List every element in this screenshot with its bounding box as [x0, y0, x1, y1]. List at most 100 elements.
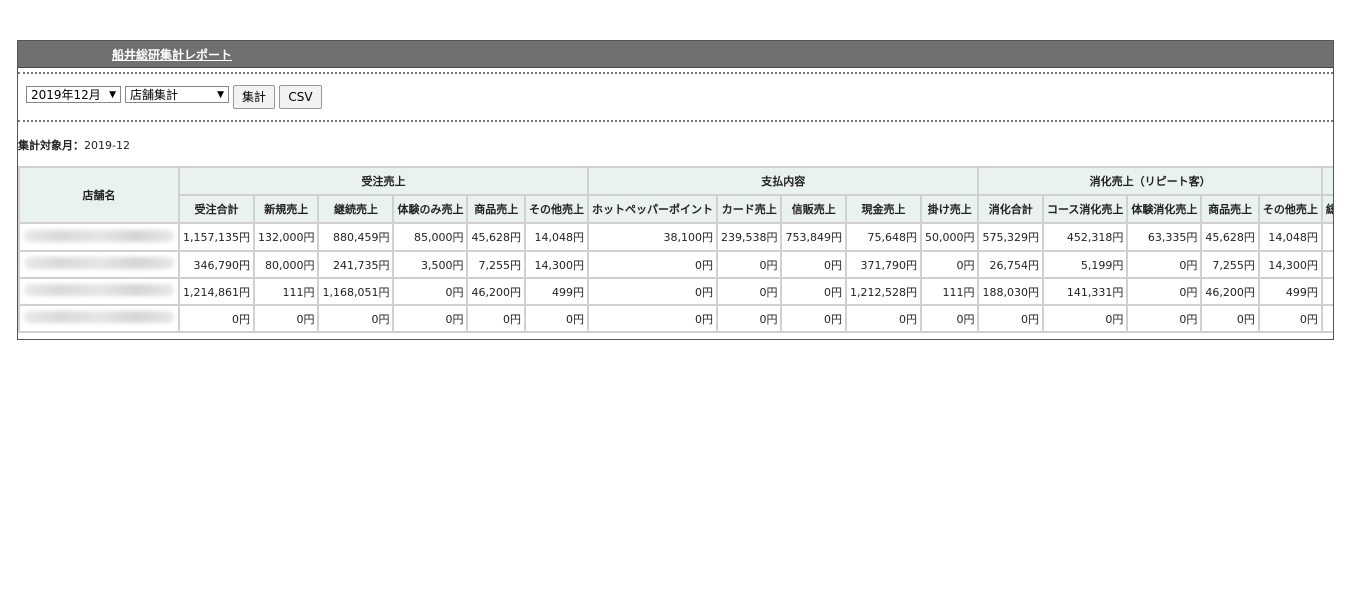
table-row: 1,214,861円 111円 1,168,051円 0円 46,200円 499円 0円 0…: [18, 277, 1333, 306]
mode-select-value: 店舗集計: [130, 88, 179, 102]
table-cell: 0円: [919, 250, 980, 279]
table-cell: 3,500円: [392, 250, 469, 279]
divider: [18, 72, 1333, 74]
month-select[interactable]: 2019年12月 ▼: [26, 86, 121, 103]
mode-select[interactable]: 店舗集計 ▼: [125, 86, 229, 103]
table-cell: 0円: [1126, 250, 1203, 279]
table-cell: 0円: [715, 250, 783, 279]
table-cell: 1,212,528円: [844, 277, 922, 306]
group-header: 支払内容: [586, 166, 980, 196]
redacted-store-name: [24, 284, 174, 296]
table-cell: 50,000円: [919, 222, 980, 252]
table-cell: 239,538円: [715, 222, 783, 252]
table-cell: 0円: [1126, 277, 1203, 306]
table-cell: 14,300円: [523, 250, 589, 279]
report-title-link[interactable]: 船井総研集計レポート: [112, 46, 232, 63]
column-header: 消化合計: [977, 194, 1044, 224]
column-header: 商品売上: [1200, 194, 1260, 224]
redacted-store-name: [24, 311, 174, 323]
store-name-cell: [18, 277, 180, 306]
table-cell: 188,030円: [977, 277, 1044, 306]
table-cell: 499円: [1257, 277, 1323, 306]
table-cell: 141,331円: [1041, 277, 1129, 306]
table-cell: 7,255円: [466, 250, 526, 279]
table-cell: 499円: [523, 277, 589, 306]
group-header-row: 店舗名 受注売上 支払内容 消化売上（リピート客）: [18, 166, 1333, 224]
group-header: 消化売上（リピート客）: [977, 166, 1323, 196]
table-cell: 111円: [919, 277, 980, 306]
table-cell: 0円: [586, 250, 718, 279]
table-cell: 63,335円: [1126, 222, 1203, 252]
group-header: 受注売上: [178, 166, 589, 196]
table-cell: 0,: [1320, 304, 1333, 333]
chevron-down-icon: ▼: [109, 90, 116, 100]
month-select-value: 2019年12月: [31, 88, 101, 102]
redacted-store-name: [24, 257, 174, 269]
table-cell: 45,628円: [1200, 222, 1260, 252]
column-header: 継続売上: [317, 194, 395, 224]
table-cell: 241,735円: [317, 250, 395, 279]
table-cell: 0円: [780, 277, 847, 306]
table-row: 1,157,135円 132,000円 880,459円 85,000円 45,628円…: [18, 222, 1333, 252]
table-cell: 7,255円: [1200, 250, 1260, 279]
table-cell: 1,157,135円: [178, 222, 255, 252]
table-cell: 38,100円: [586, 222, 718, 252]
period-value: 2019-12: [84, 139, 130, 152]
column-header-row: 受注合計 新規売上 継続売上 体験のみ売上 商品売上 その他売上 ホットペッパーポイント カー…: [19, 194, 1333, 224]
table-cell: 346,790円: [178, 250, 255, 279]
column-header: 商品売上: [466, 194, 526, 224]
table-cell: 0円: [178, 304, 255, 333]
column-header: その他売上: [1257, 194, 1323, 224]
table-cell: 0円: [1257, 304, 1323, 333]
column-header: 受注合計: [178, 194, 255, 224]
table-cell: 46,200円: [466, 277, 526, 306]
store-name-header: 店舗名: [18, 166, 180, 224]
table-cell: 0円: [977, 304, 1044, 333]
table-cell: 0円: [586, 304, 718, 333]
table-cell: 0円: [252, 304, 320, 333]
table-cell: 0円: [780, 250, 847, 279]
column-header: ホットペッパーポイント: [586, 194, 718, 224]
table-cell: 753,849円: [780, 222, 847, 252]
table-cell: 0円: [466, 304, 526, 333]
table-row: 0円0円0円0円0円0円0円0円0円0円0円0円0円0円0円0円0,: [18, 304, 1333, 333]
column-header: 新規売上: [252, 194, 320, 224]
csv-button[interactable]: CSV: [279, 85, 322, 109]
table-cell: 0円: [919, 304, 980, 333]
table-cell: 14,300円: [1257, 250, 1323, 279]
table-cell: 45,628円: [466, 222, 526, 252]
table-cell: 85,000円: [392, 222, 469, 252]
table-cell: 46,200円: [1200, 277, 1260, 306]
table-row: 346,790円 80,000円 241,735円 3,500円 7,255円 14,30…: [18, 250, 1333, 279]
table-cell: 111円: [252, 277, 320, 306]
table-cell: 880,459円: [317, 222, 395, 252]
table-cell: 0円: [844, 304, 922, 333]
table-cell: 0円: [715, 277, 783, 306]
column-header: その他売上: [523, 194, 589, 224]
column-header: 総客数: [1320, 194, 1333, 224]
table-cell: 0円: [317, 304, 395, 333]
title-bar: 船井総研集計レポート: [18, 41, 1333, 68]
table-cell: 5,199円: [1041, 250, 1129, 279]
table-cell: 0円: [586, 277, 718, 306]
table-cell: 0円: [523, 304, 589, 333]
column-header: 現金売上: [844, 194, 922, 224]
table-cell: 0円: [1126, 304, 1203, 333]
table-cell: 14,048円: [1257, 222, 1323, 252]
table-cell: 80,000円: [252, 250, 320, 279]
chevron-down-icon: ▼: [217, 90, 224, 100]
column-header: 掛け売上: [919, 194, 980, 224]
period-label: 集計対象月：: [18, 139, 84, 152]
table-cell: 1,168,051円: [317, 277, 395, 306]
table-cell: 14,048円: [523, 222, 589, 252]
column-header: 信販売上: [780, 194, 847, 224]
table-cell: 0円: [1041, 304, 1129, 333]
table-cell: 132,000円: [252, 222, 320, 252]
table-cell: 1,214,861円: [178, 277, 255, 306]
period-line: 集計対象月：2019-12: [18, 137, 130, 153]
table-cell: 0円: [392, 277, 469, 306]
table-cell: 26,754円: [977, 250, 1044, 279]
table-cell: 0円: [715, 304, 783, 333]
aggregate-button[interactable]: 集計: [233, 85, 275, 109]
table-cell: 575,329円: [977, 222, 1044, 252]
